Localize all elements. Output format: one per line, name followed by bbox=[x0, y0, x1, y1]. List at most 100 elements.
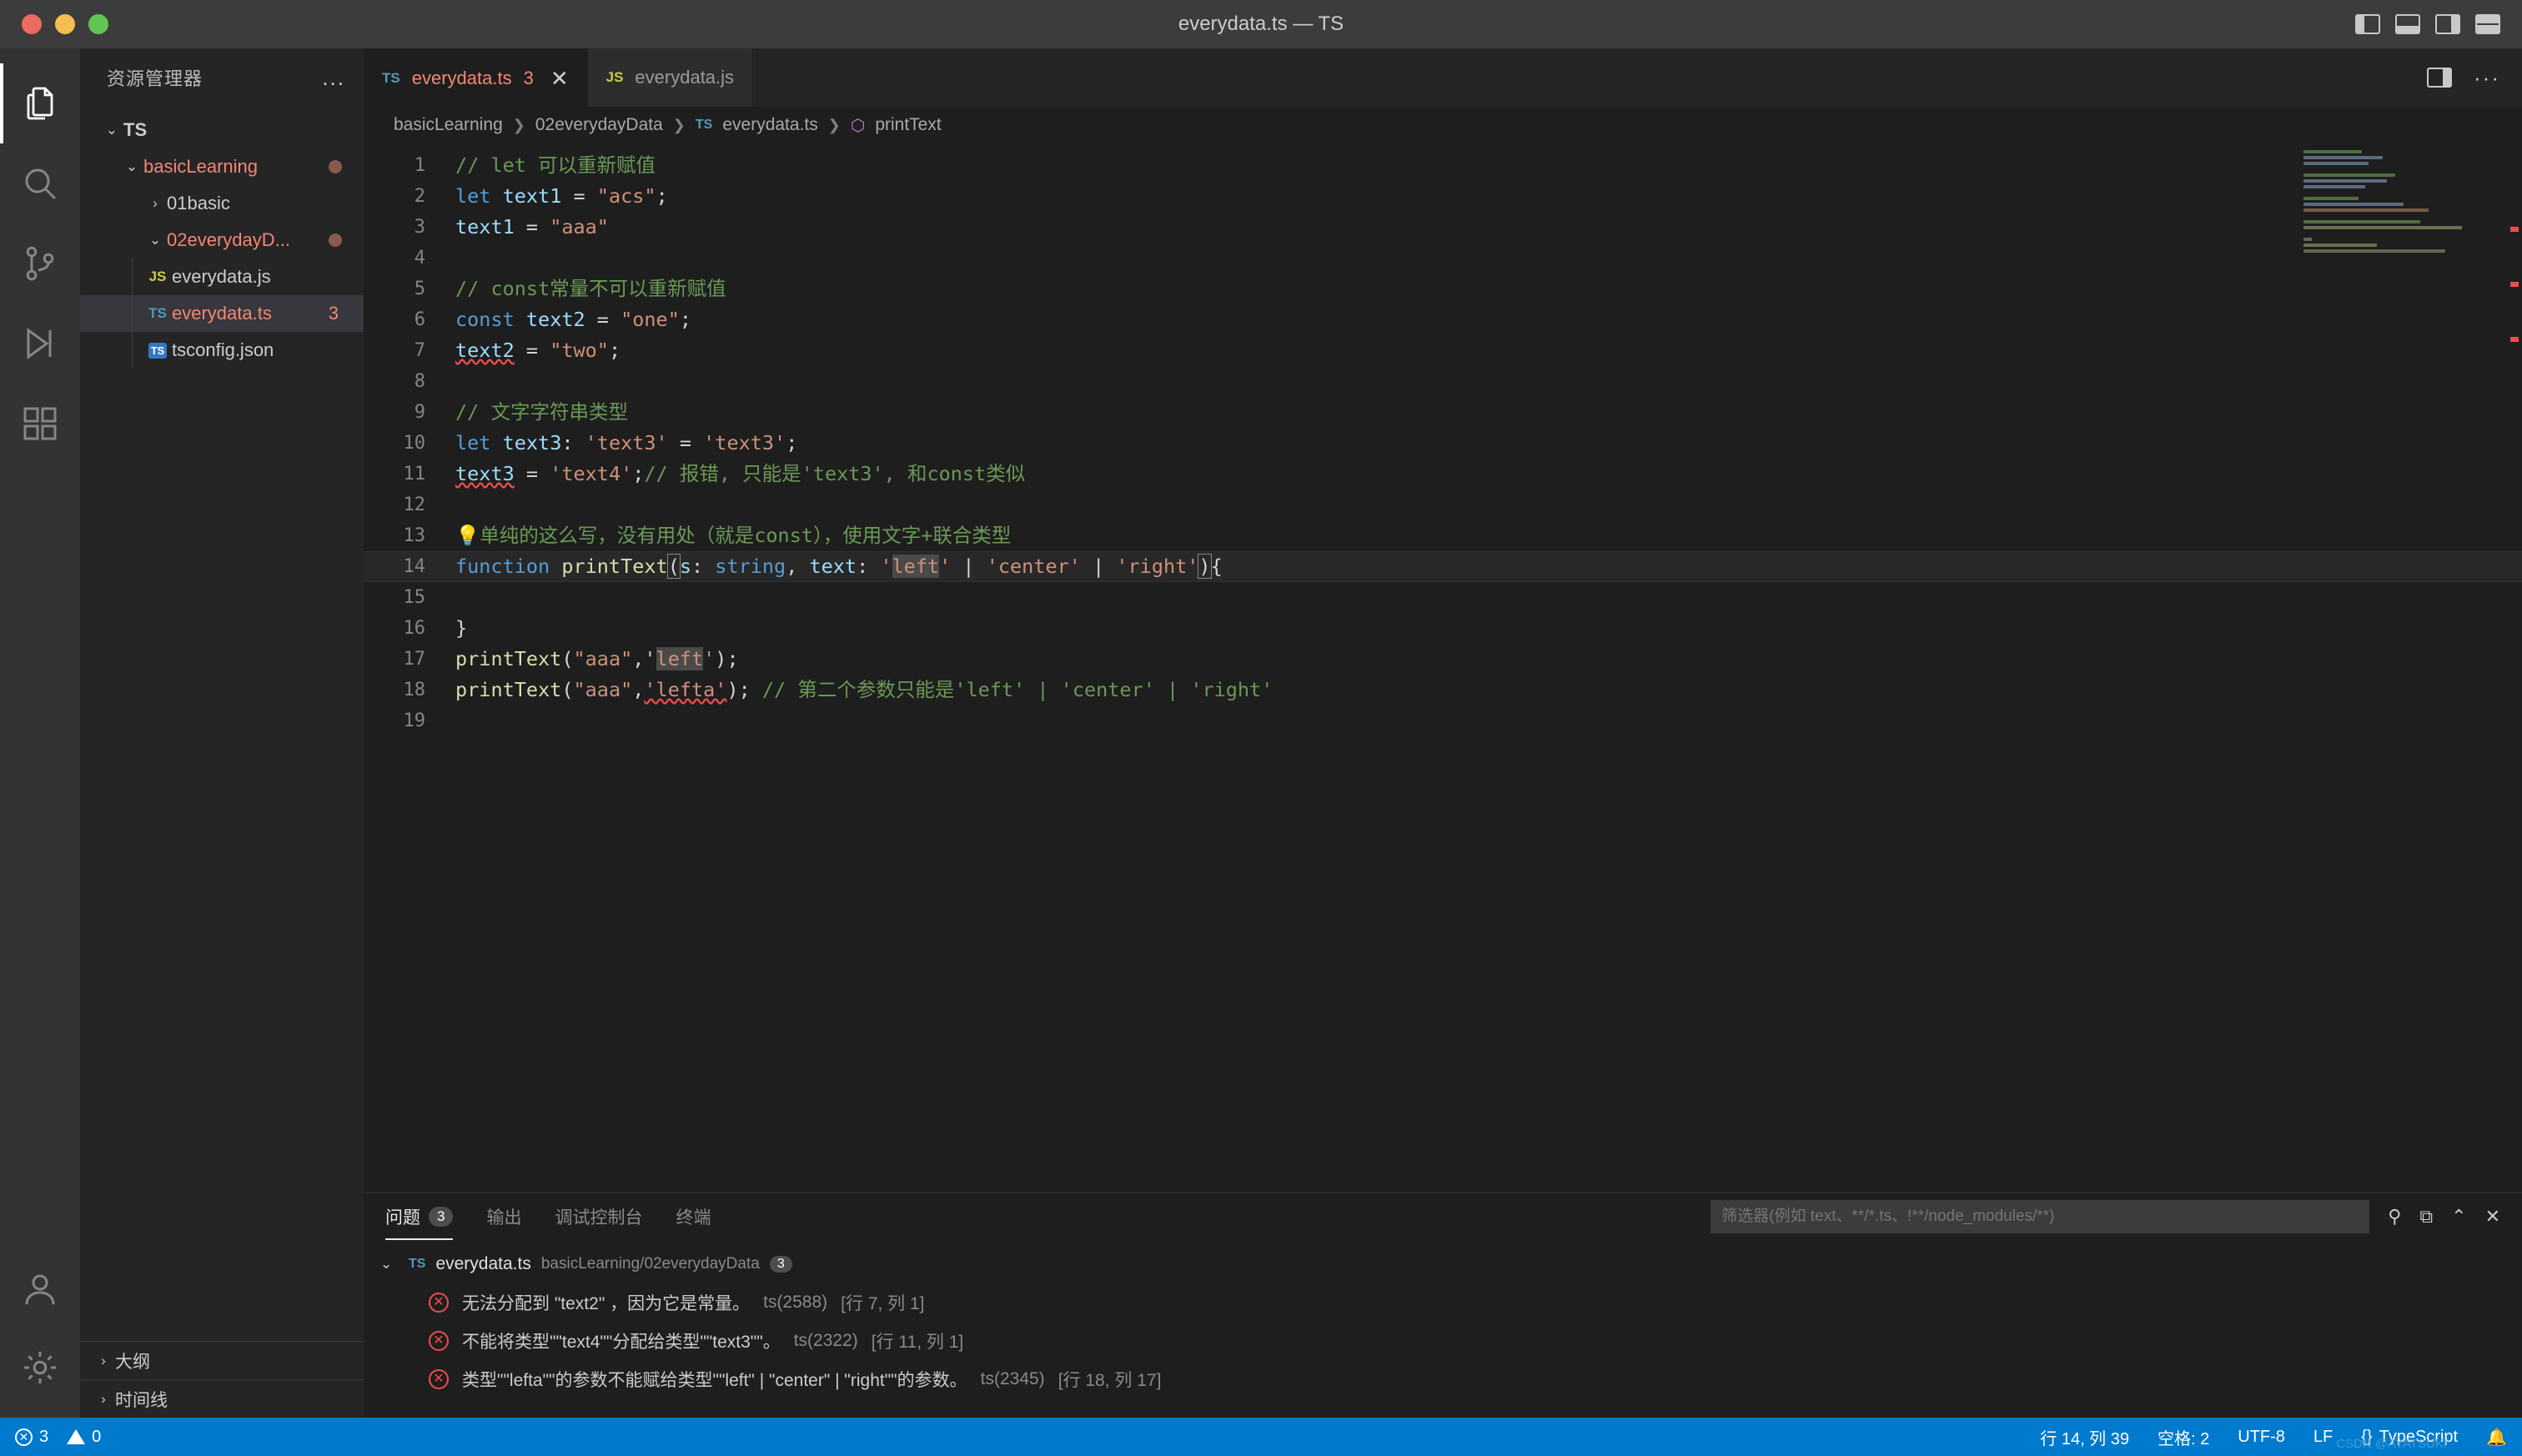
status-errors[interactable]: ✕ 3 bbox=[15, 1428, 48, 1447]
chevron-right-icon[interactable]: › bbox=[92, 1353, 115, 1369]
code-line[interactable]: 14 function printText(s: string, text: 'l… bbox=[364, 551, 2522, 582]
status-warning-count: 0 bbox=[92, 1427, 102, 1446]
breadcrumb-item-02everydaydata[interactable]: 02everydayData bbox=[535, 115, 663, 135]
code-line[interactable]: 1 // let 可以重新赋值 bbox=[364, 150, 2522, 181]
breadcrumb-item-basiclearning[interactable]: basicLearning bbox=[394, 115, 503, 135]
chevron-up-icon[interactable]: ⌃ bbox=[2451, 1206, 2466, 1228]
code-line[interactable]: 10 let text3: 'text3' = 'text3'; bbox=[364, 428, 2522, 459]
run-debug-icon bbox=[27, 328, 52, 359]
code-line[interactable]: 9 // 文字字符串类型 bbox=[364, 397, 2522, 428]
code-line[interactable]: 17 printText("aaa",'left'); bbox=[364, 644, 2522, 675]
code-token: ' bbox=[880, 555, 892, 578]
sidebar-section-outline[interactable]: › 大纲 bbox=[80, 1341, 364, 1379]
tree-item-everydata-ts[interactable]: TS everydata.ts 3 bbox=[80, 295, 364, 332]
tree-item-ts-root[interactable]: ⌄ TS bbox=[80, 112, 364, 148]
activity-run-debug[interactable] bbox=[0, 304, 80, 384]
panel-bottom-icon[interactable] bbox=[2395, 14, 2420, 34]
status-encoding[interactable]: UTF-8 bbox=[2238, 1428, 2285, 1447]
problems-filter-box[interactable] bbox=[1711, 1200, 2370, 1233]
chevron-down-icon[interactable]: ⌄ bbox=[143, 232, 167, 249]
code-line[interactable]: 5 // const常量不可以重新赋值 bbox=[364, 274, 2522, 304]
tab-everydata-ts[interactable]: TS everydata.ts 3 ✕ bbox=[364, 48, 588, 107]
copy-icon[interactable]: ⧉ bbox=[2419, 1206, 2433, 1228]
code-line[interactable]: 18 printText("aaa",'lefta'); // 第二个参数只能是'… bbox=[364, 675, 2522, 705]
sidebar-more-icon[interactable]: ... bbox=[322, 67, 345, 88]
panel-right-icon[interactable] bbox=[2435, 14, 2460, 34]
error-marker[interactable] bbox=[2510, 337, 2519, 342]
panel-tab-output[interactable]: 输出 bbox=[486, 1193, 521, 1240]
status-eol[interactable]: LF bbox=[2314, 1428, 2333, 1447]
tree-item-everydata-js[interactable]: JS everydata.js bbox=[80, 259, 364, 295]
close-icon[interactable]: ✕ bbox=[2485, 1206, 2500, 1228]
tab-everydata-js[interactable]: JS everydata.js bbox=[587, 48, 754, 107]
chevron-down-icon[interactable]: ⌄ bbox=[380, 1256, 399, 1273]
problems-file-group[interactable]: ⌄ TS everydata.ts basicLearning/02everyd… bbox=[364, 1245, 2522, 1283]
minimize-window-button[interactable] bbox=[55, 14, 75, 34]
panel-tab-problems[interactable]: 问题 3 bbox=[385, 1193, 454, 1240]
tree-item-02everydaydata[interactable]: ⌄ 02everydayD... bbox=[80, 222, 364, 259]
problem-row[interactable]: ✕ 不能将类型""text4""分配给类型""text3""。 ts(2322)… bbox=[364, 1322, 2522, 1360]
breadcrumb-item-printtext[interactable]: printText bbox=[875, 115, 941, 135]
tree-item-tsconfig-json[interactable]: TS tsconfig.json bbox=[80, 332, 364, 369]
error-marker[interactable] bbox=[2510, 227, 2519, 232]
indent-guide bbox=[132, 295, 133, 332]
problems-filter-input[interactable] bbox=[1721, 1207, 2359, 1226]
more-actions-icon[interactable]: ··· bbox=[2474, 67, 2500, 88]
code-line[interactable]: 8 bbox=[364, 366, 2522, 397]
tree-item-basiclearning[interactable]: ⌄ basicLearning bbox=[80, 148, 364, 185]
close-window-button[interactable] bbox=[22, 14, 42, 34]
code-line[interactable]: 4 bbox=[364, 243, 2522, 274]
activity-settings[interactable] bbox=[0, 1338, 80, 1418]
code-line[interactable]: 11 text3 = 'text4';// 报错, 只能是'text3', 和co… bbox=[364, 459, 2522, 490]
problem-row[interactable]: ✕ 类型""lefta""的参数不能赋给类型""left" | "center"… bbox=[364, 1360, 2522, 1398]
code-line[interactable]: 7 text2 = "two"; bbox=[364, 335, 2522, 366]
minimap[interactable] bbox=[2303, 150, 2504, 259]
code-token: ; bbox=[679, 308, 692, 331]
activity-extensions[interactable] bbox=[0, 384, 80, 464]
code-line[interactable]: 13 💡单纯的这么写，没有用处（就是const），使用文字+联合类型 bbox=[364, 520, 2522, 551]
activity-search[interactable] bbox=[0, 143, 80, 223]
panel-tab-label: 终端 bbox=[676, 1208, 711, 1228]
filter-icon[interactable]: ⚲ bbox=[2388, 1206, 2401, 1228]
code-editor[interactable]: 1// let 可以重新赋值 2 let text1 = "acs"; 3 text1 … bbox=[364, 143, 2522, 1192]
chevron-right-icon[interactable]: › bbox=[143, 195, 167, 212]
status-notifications[interactable]: 🔔 bbox=[2486, 1427, 2507, 1448]
problem-message: 类型""lefta""的参数不能赋给类型""left" | "center" |… bbox=[462, 1371, 967, 1390]
status-indentation[interactable]: 空格: 2 bbox=[2158, 1425, 2209, 1449]
status-warnings[interactable]: 0 bbox=[67, 1428, 101, 1447]
code-line[interactable]: 16} bbox=[364, 613, 2522, 644]
chevron-down-icon[interactable]: ⌄ bbox=[100, 122, 123, 138]
error-marker[interactable] bbox=[2510, 282, 2519, 287]
code-line[interactable]: 3 text1 = "aaa" bbox=[364, 212, 2522, 243]
activity-source-control[interactable] bbox=[0, 223, 80, 304]
layout-grid-icon[interactable] bbox=[2475, 14, 2500, 34]
chevron-down-icon[interactable]: ⌄ bbox=[120, 158, 143, 175]
tab-label: everydata.ts bbox=[411, 67, 512, 88]
split-editor-icon[interactable] bbox=[2427, 68, 2453, 88]
code-line[interactable]: 15 bbox=[364, 582, 2522, 613]
panel-tab-terminal[interactable]: 终端 bbox=[676, 1193, 711, 1240]
problem-row[interactable]: ✕ 无法分配到 "text2" ，因为它是常量。 ts(2588) [行 7, … bbox=[364, 1283, 2522, 1322]
maximize-window-button[interactable] bbox=[88, 14, 108, 34]
code-line[interactable]: 12 bbox=[364, 490, 2522, 520]
activity-explorer[interactable] bbox=[0, 63, 80, 143]
indent-guide bbox=[132, 332, 133, 369]
chevron-right-icon: ❯ bbox=[672, 116, 686, 133]
breadcrumb: basicLearning ❯ 02everydayData ❯ TS ever… bbox=[364, 107, 2522, 143]
panel-left-icon[interactable] bbox=[2355, 14, 2380, 34]
chevron-right-icon[interactable]: › bbox=[92, 1391, 115, 1408]
traffic-lights[interactable] bbox=[0, 14, 108, 34]
code-token: text3 bbox=[455, 462, 515, 485]
status-cursor-position[interactable]: 行 14, 列 39 bbox=[2040, 1425, 2129, 1449]
sidebar-section-timeline[interactable]: › 时间线 bbox=[80, 1379, 364, 1418]
panel-tab-debug-console[interactable]: 调试控制台 bbox=[555, 1193, 642, 1240]
code-token: ; bbox=[632, 462, 645, 485]
tree-item-01basic[interactable]: › 01basic bbox=[80, 185, 364, 222]
code-line[interactable]: 6 const text2 = "one"; bbox=[364, 304, 2522, 335]
close-icon[interactable]: ✕ bbox=[550, 68, 569, 89]
code-line[interactable]: 2 let text1 = "acs"; bbox=[364, 181, 2522, 212]
activity-accounts[interactable] bbox=[0, 1258, 80, 1338]
breadcrumb-item-everydata-ts[interactable]: everydata.ts bbox=[722, 115, 817, 135]
code-line[interactable]: 19 bbox=[364, 705, 2522, 736]
search-icon bbox=[25, 168, 57, 200]
